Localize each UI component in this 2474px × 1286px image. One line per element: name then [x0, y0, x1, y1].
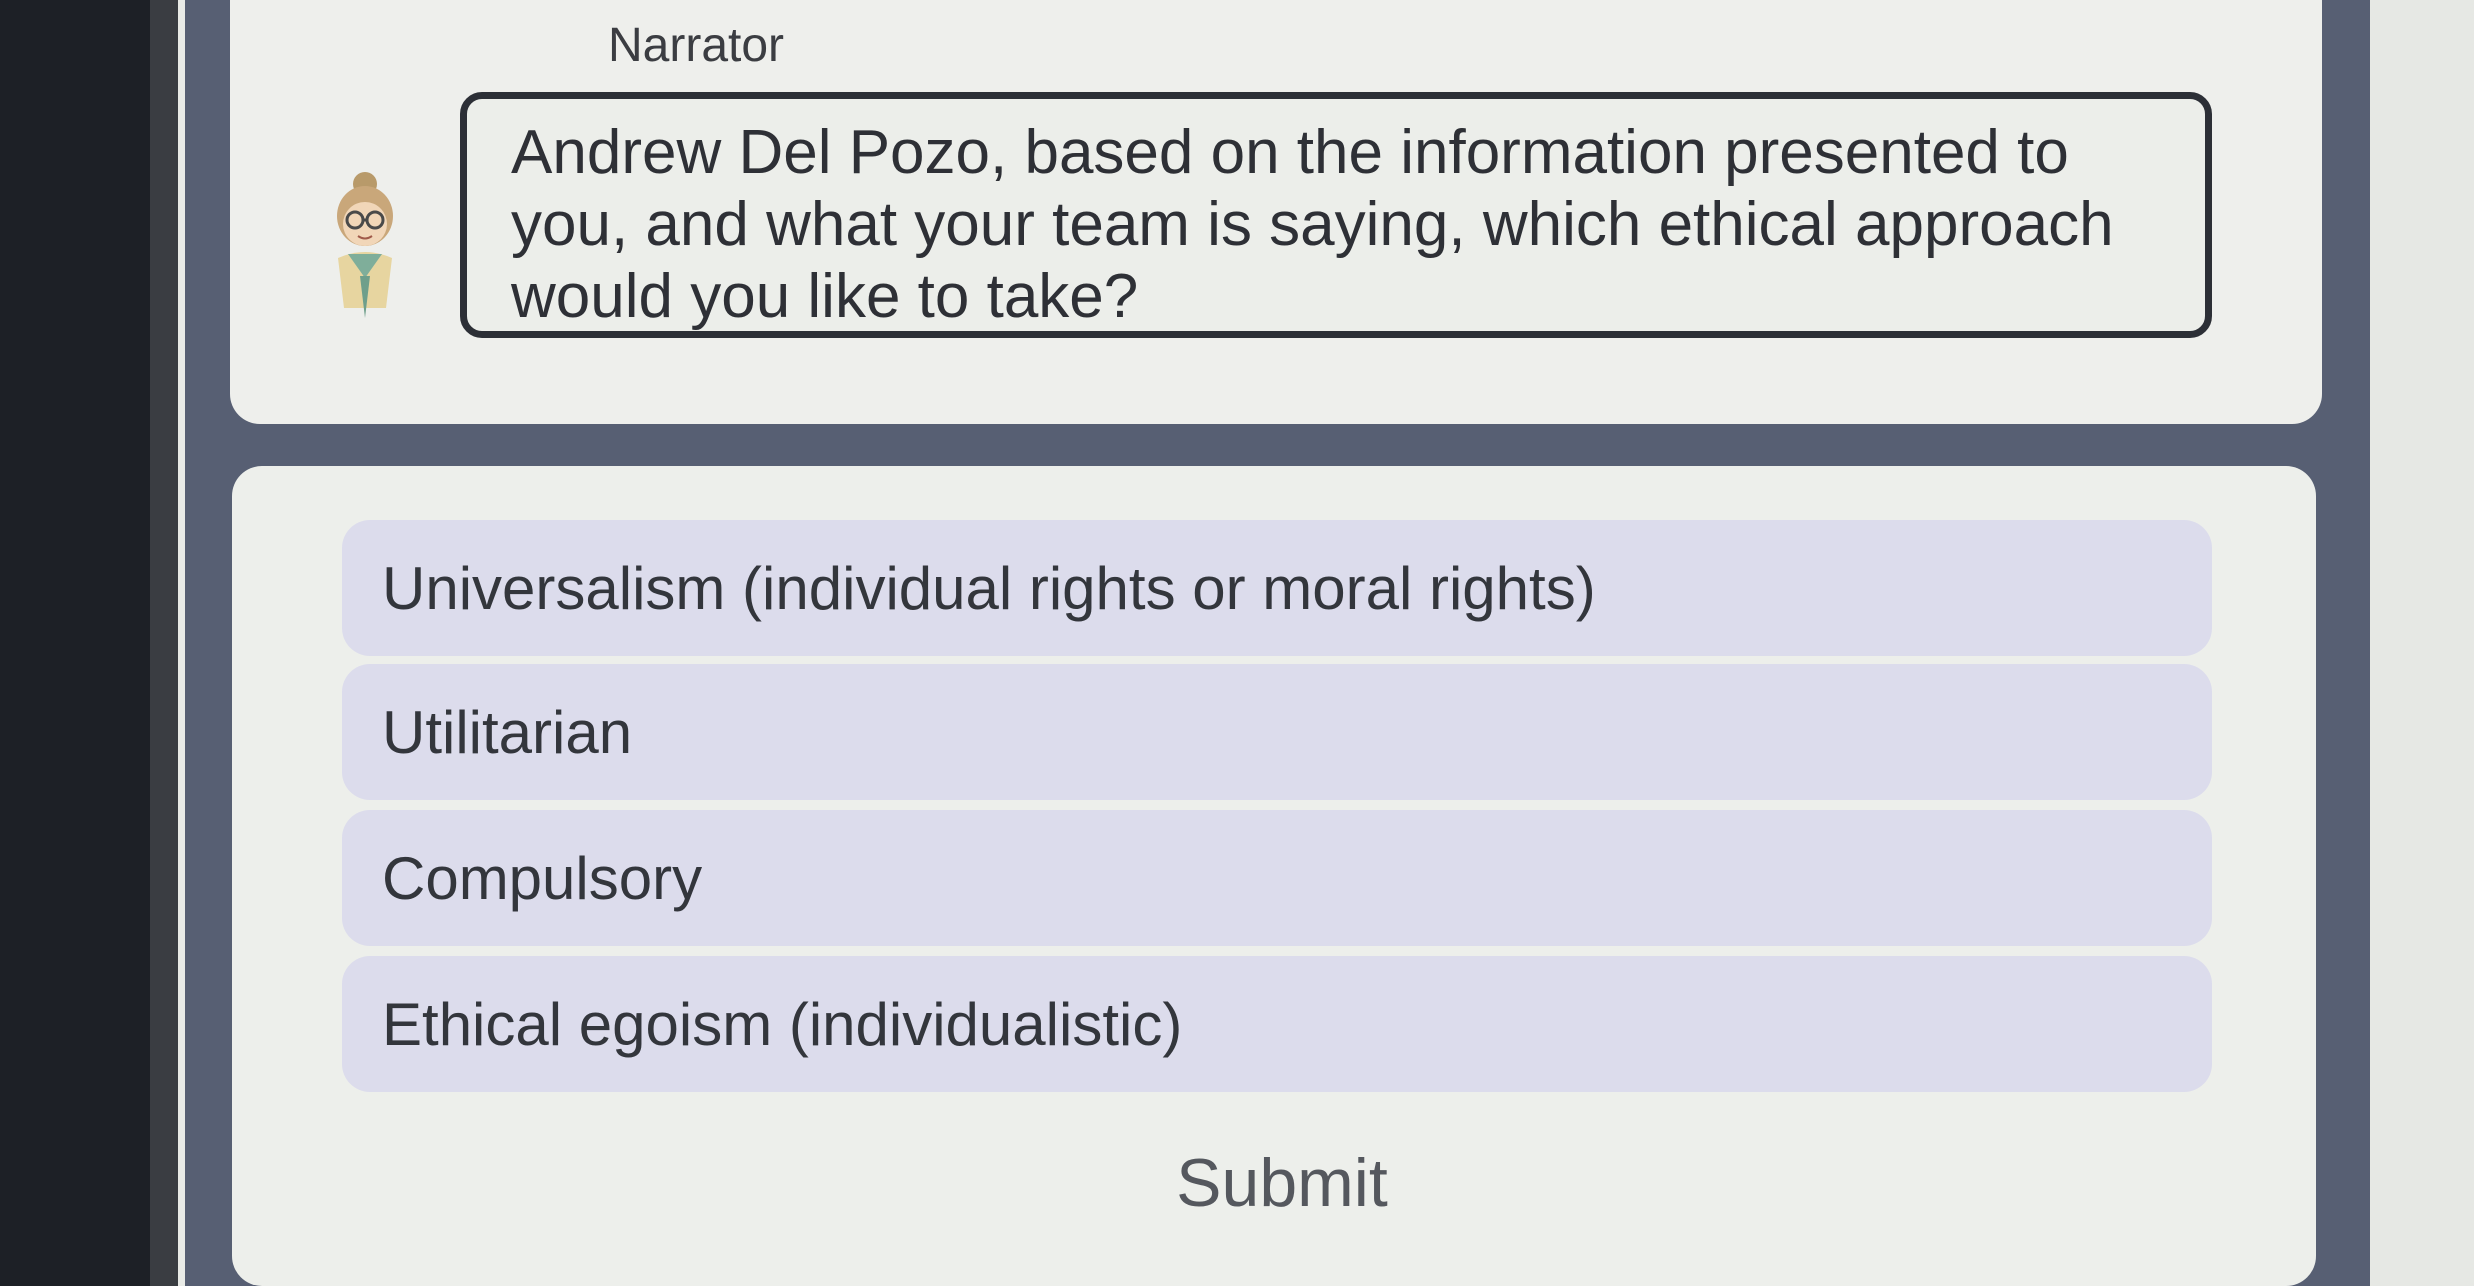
narrator-message: Andrew Del Pozo, based on the informatio… [511, 118, 2114, 331]
narrator-avatar-icon [320, 168, 410, 328]
option-universalism[interactable]: Universalism (individual rights or moral… [342, 520, 2212, 656]
narrator-speech-bubble: Andrew Del Pozo, based on the informatio… [460, 92, 2212, 338]
option-compulsory[interactable]: Compulsory [342, 810, 2212, 946]
submit-button[interactable]: Submit [1132, 1130, 1432, 1236]
option-ethical-egoism[interactable]: Ethical egoism (individualistic) [342, 956, 2212, 1092]
narrator-name: Narrator [608, 19, 785, 72]
monitor-frame-edge [150, 0, 178, 1286]
answer-options-card: Universalism (individual rights or moral… [232, 466, 2316, 1286]
option-utilitarian[interactable]: Utilitarian [342, 664, 2212, 800]
right-margin [2370, 0, 2474, 1286]
